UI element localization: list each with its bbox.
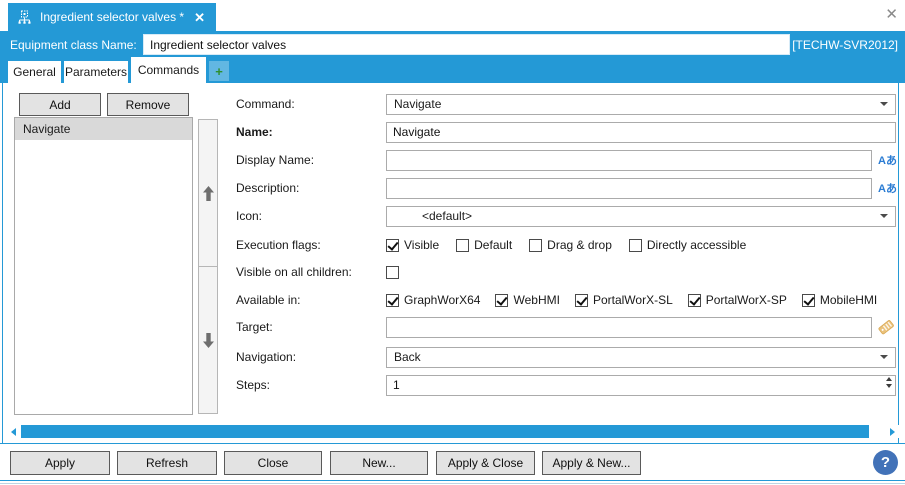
remove-button[interactable]: Remove: [107, 93, 189, 116]
chevron-down-icon: [880, 355, 888, 359]
tab-add-plus[interactable]: +: [209, 61, 229, 81]
refresh-button[interactable]: Refresh: [117, 451, 217, 475]
checkbox-icon[interactable]: [529, 239, 542, 252]
checkbox-default[interactable]: Default: [456, 238, 512, 252]
list-item-navigate[interactable]: Navigate: [15, 118, 192, 140]
spinner-up-icon[interactable]: [886, 377, 892, 381]
chevron-down-icon: [880, 102, 888, 106]
visible-on-all-children-label: Visible on all children:: [236, 265, 386, 279]
checkbox-directly-accessible[interactable]: Directly accessible: [629, 238, 746, 252]
checkbox-icon[interactable]: [386, 294, 399, 307]
display-name-input[interactable]: [386, 150, 872, 171]
visible-on-all-children-checkbox[interactable]: [386, 266, 399, 279]
checkbox-portalworx-sl[interactable]: PortalWorX-SL: [575, 293, 673, 307]
steps-input[interactable]: [386, 375, 896, 396]
checkbox-icon[interactable]: [629, 239, 642, 252]
display-name-label: Display Name:: [236, 153, 386, 167]
checkbox-icon[interactable]: [456, 239, 469, 252]
checkbox-webhmi[interactable]: WebHMI: [495, 293, 559, 307]
equipment-class-editor-window: Ingredient selector valves * ✕ ✕ Equipme…: [0, 0, 905, 485]
tab-parameters[interactable]: Parameters: [64, 61, 128, 83]
available-in-label: Available in:: [236, 293, 386, 307]
target-input[interactable]: [386, 317, 872, 338]
tab-commands[interactable]: Commands: [131, 57, 206, 83]
add-button[interactable]: Add: [19, 93, 101, 116]
move-down-button[interactable]: [198, 266, 218, 414]
document-tab-close-icon[interactable]: ✕: [194, 11, 205, 24]
execution-flags-label: Execution flags:: [236, 238, 386, 252]
commands-list[interactable]: Navigate: [14, 117, 193, 415]
document-tab[interactable]: Ingredient selector valves * ✕: [8, 3, 216, 31]
checkbox-icon[interactable]: [802, 294, 815, 307]
move-up-button[interactable]: [198, 119, 218, 267]
name-input[interactable]: [386, 122, 896, 143]
checkbox-icon[interactable]: [575, 294, 588, 307]
navigation-value: Back: [394, 350, 421, 364]
checkbox-portalworx-sp[interactable]: PortalWorX-SP: [688, 293, 787, 307]
checkbox-drag-drop[interactable]: Drag & drop: [529, 238, 612, 252]
checkbox-icon[interactable]: [386, 239, 399, 252]
localize-icon[interactable]: Aあ: [878, 152, 897, 168]
checkbox-mobilehmi[interactable]: MobileHMI: [802, 293, 877, 307]
icon-label: Icon:: [236, 209, 386, 223]
server-name-label: [TECHW-SVR2012]: [792, 38, 898, 52]
apply-button[interactable]: Apply: [10, 451, 110, 475]
apply-close-button[interactable]: Apply & Close: [436, 451, 535, 475]
header-band: Equipment class Name: [TECHW-SVR2012] Ge…: [0, 31, 905, 83]
execution-flags-group: Visible Default Drag & drop Directly acc…: [386, 238, 746, 252]
checkbox-graphworx64[interactable]: GraphWorX64: [386, 293, 480, 307]
apply-new-button[interactable]: Apply & New...: [542, 451, 641, 475]
checkbox-icon[interactable]: [688, 294, 701, 307]
checkbox-visible[interactable]: Visible: [386, 238, 439, 252]
commands-tab-content: Add Remove Navigate Command: Navigate: [2, 83, 899, 443]
navigation-dropdown[interactable]: Back: [386, 347, 896, 368]
scroll-right-icon[interactable]: [890, 428, 895, 436]
steps-stepper: [386, 375, 896, 396]
arrow-down-icon: [202, 332, 215, 349]
spinner-buttons[interactable]: [886, 377, 892, 388]
command-value: Navigate: [394, 97, 441, 111]
navigation-label: Navigation:: [236, 350, 386, 364]
asset-icon: [17, 10, 32, 25]
checkbox-icon[interactable]: [495, 294, 508, 307]
description-input[interactable]: [386, 178, 872, 199]
scrollbar-thumb[interactable]: [21, 425, 869, 438]
steps-label: Steps:: [236, 378, 386, 392]
command-label: Command:: [236, 97, 386, 111]
icon-value: <default>: [394, 209, 472, 223]
icon-dropdown[interactable]: <default>: [386, 206, 896, 227]
document-tab-strip: Ingredient selector valves * ✕ ✕: [0, 0, 905, 31]
tag-icon[interactable]: [877, 318, 895, 336]
reorder-strip: [198, 119, 218, 415]
footer-button-bar: Apply Refresh Close New... Apply & Close…: [0, 443, 905, 481]
description-label: Description:: [236, 181, 386, 195]
name-label: Name:: [236, 125, 386, 139]
equipment-class-name-label: Equipment class Name:: [10, 38, 137, 52]
available-in-group: GraphWorX64 WebHMI PortalWorX-SL PortalW…: [386, 293, 877, 307]
window-bottom-edge: [0, 483, 905, 484]
document-tab-title: Ingredient selector valves *: [40, 10, 184, 24]
localize-icon[interactable]: Aあ: [878, 180, 897, 196]
command-dropdown[interactable]: Navigate: [386, 94, 896, 115]
chevron-down-icon: [880, 214, 888, 218]
scroll-left-icon[interactable]: [11, 428, 16, 436]
equipment-class-name-input[interactable]: [143, 34, 790, 55]
spinner-down-icon[interactable]: [886, 384, 892, 388]
help-icon[interactable]: ?: [873, 450, 898, 475]
tab-general[interactable]: General: [8, 61, 61, 83]
target-label: Target:: [236, 320, 386, 334]
arrow-up-icon: [202, 185, 215, 202]
close-button[interactable]: Close: [224, 451, 322, 475]
new-button[interactable]: New...: [330, 451, 428, 475]
horizontal-scrollbar[interactable]: [3, 425, 900, 438]
window-close-icon[interactable]: ✕: [885, 7, 898, 22]
